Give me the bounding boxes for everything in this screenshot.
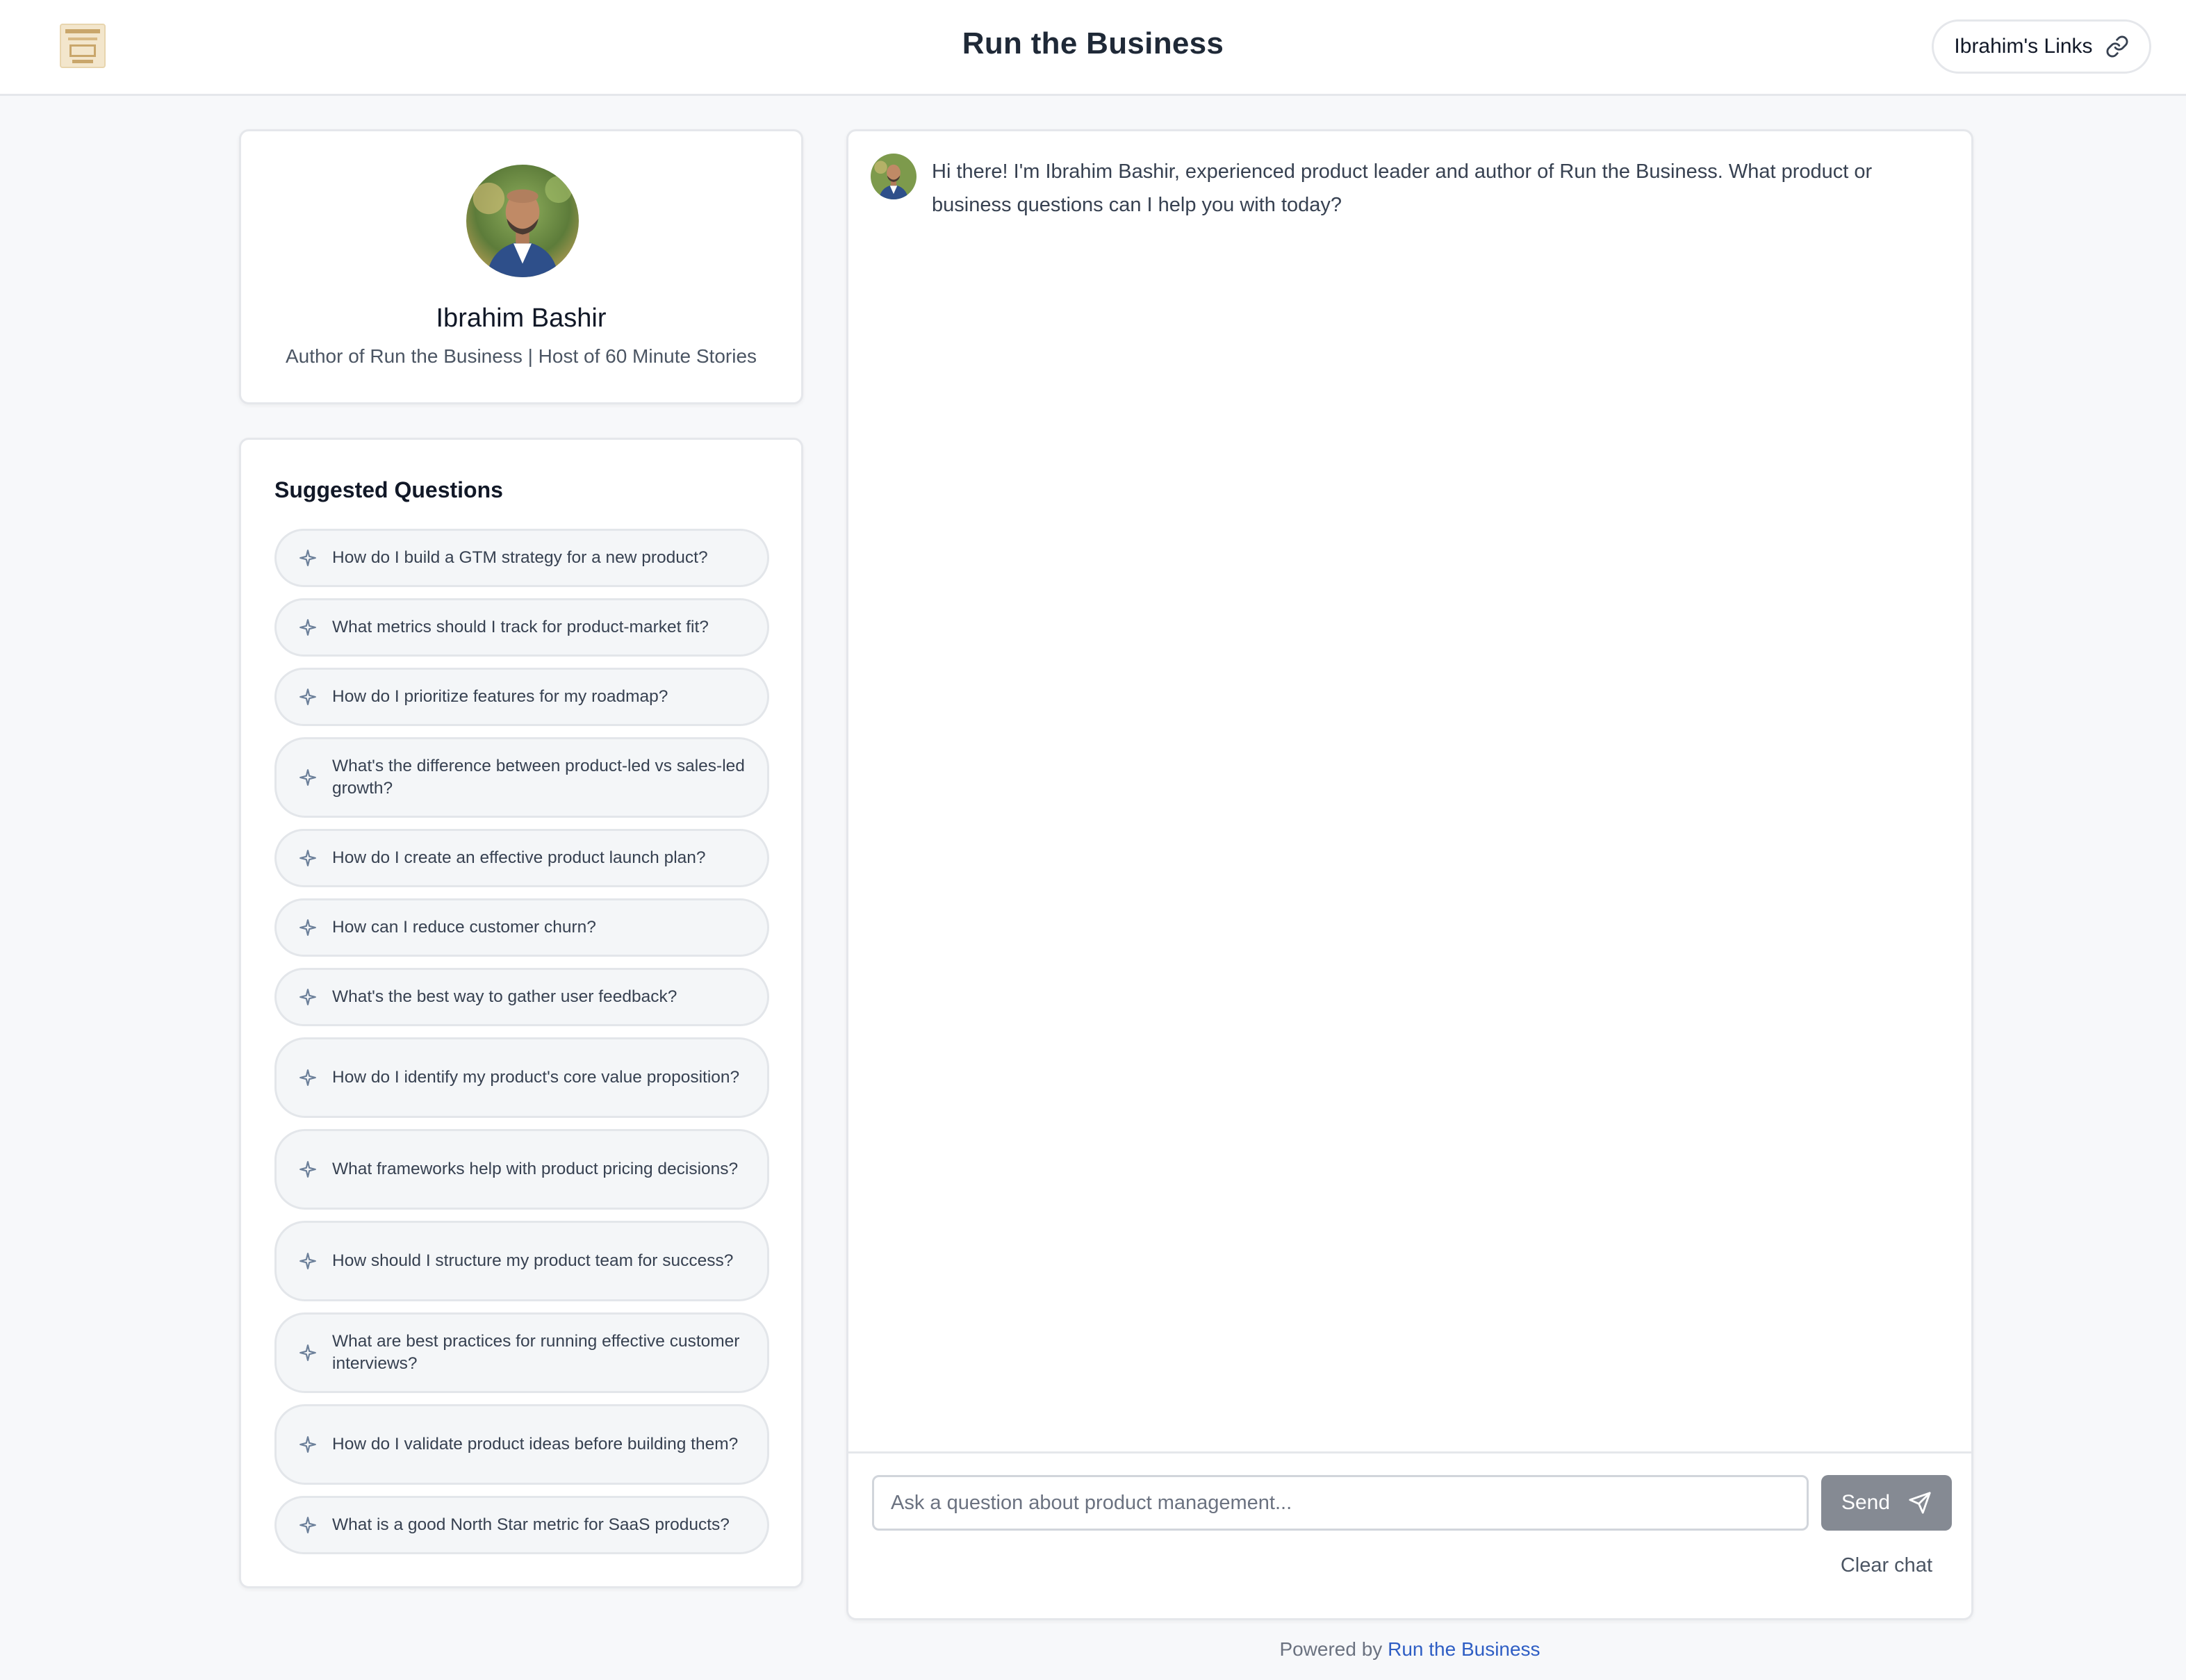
suggested-question[interactable]: How can I reduce customer churn? — [274, 898, 769, 957]
footer-prefix: Powered by — [1279, 1638, 1383, 1660]
links-button-label: Ibrahim's Links — [1954, 35, 2093, 58]
suggested-question[interactable]: How should I structure my product team f… — [274, 1221, 769, 1301]
suggested-question[interactable]: What metrics should I track for product-… — [274, 598, 769, 657]
top-bar: Run the Business Ibrahim's Links — [0, 0, 2186, 96]
suggested-question-text: How can I reduce customer churn? — [332, 918, 596, 937]
app-title: Run the Business — [962, 26, 1224, 60]
suggested-question-text: How do I create an effective product lau… — [332, 848, 706, 867]
suggested-question-text: How do I identify my product's core valu… — [332, 1068, 740, 1087]
sparkle-icon — [299, 1517, 316, 1533]
profile-card: Ibrahim Bashir Author of Run the Busines… — [239, 129, 803, 404]
sparkle-icon — [299, 1344, 316, 1361]
suggested-question-text: How do I prioritize features for my road… — [332, 687, 668, 706]
chat-panel: Hi there! I'm Ibrahim Bashir, experience… — [846, 129, 1973, 1620]
footer: Powered by Run the Business — [846, 1638, 1973, 1661]
footer-link[interactable]: Run the Business — [1388, 1638, 1540, 1660]
sparkle-icon — [299, 689, 316, 705]
sparkle-icon — [299, 850, 316, 866]
suggested-question[interactable]: What's the difference between product-le… — [274, 737, 769, 818]
assistant-avatar — [871, 154, 917, 199]
suggested-question[interactable]: What's the best way to gather user feedb… — [274, 968, 769, 1026]
sparkle-icon — [299, 1436, 316, 1453]
suggested-question-text: How should I structure my product team f… — [332, 1251, 734, 1270]
sparkle-icon — [299, 919, 316, 936]
send-icon — [1909, 1492, 1931, 1514]
suggested-question[interactable]: How do I create an effective product lau… — [274, 829, 769, 887]
avatar — [466, 165, 579, 277]
suggested-questions-heading: Suggested Questions — [274, 477, 503, 502]
suggested-question[interactable]: How do I validate product ideas before b… — [274, 1404, 769, 1485]
link-icon — [2106, 35, 2128, 58]
assistant-message: Hi there! I'm Ibrahim Bashir, experience… — [932, 160, 1873, 216]
suggested-question[interactable]: How do I identify my product's core valu… — [274, 1037, 769, 1118]
suggested-question-text: What frameworks help with product pricin… — [332, 1160, 739, 1178]
sparkle-icon — [299, 769, 316, 786]
sparkle-icon — [299, 989, 316, 1005]
send-button[interactable]: Send — [1821, 1475, 1952, 1531]
suggested-question-text: How do I validate product ideas before b… — [332, 1435, 739, 1453]
suggested-questions-panel: Suggested Questions How do I build a GTM… — [239, 438, 803, 1588]
suggested-question[interactable]: How do I build a GTM strategy for a new … — [274, 529, 769, 587]
divider — [848, 1451, 1971, 1453]
suggested-question[interactable]: What are best practices for running effe… — [274, 1312, 769, 1393]
suggested-question-text: What is a good North Star metric for Saa… — [332, 1515, 730, 1534]
send-button-label: Send — [1841, 1491, 1891, 1514]
suggested-question-text: What's the best way to gather user feedb… — [332, 987, 677, 1006]
sparkle-icon — [299, 1253, 316, 1269]
profile-tagline: Author of Run the Business | Host of 60 … — [285, 345, 757, 367]
suggested-question-text: What metrics should I track for product-… — [332, 618, 709, 636]
suggested-question[interactable]: What is a good North Star metric for Saa… — [274, 1496, 769, 1554]
sparkle-icon — [299, 550, 316, 566]
links-button[interactable]: Ibrahim's Links — [1932, 19, 2151, 74]
sparkle-icon — [299, 619, 316, 636]
suggested-question-text: How do I build a GTM strategy for a new … — [332, 548, 708, 567]
clear-chat-button[interactable]: Clear chat — [1841, 1554, 1932, 1577]
suggested-question-text: What are best practices for running effe… — [332, 1332, 740, 1373]
profile-name: Ibrahim Bashir — [436, 304, 607, 333]
chat-input[interactable] — [872, 1475, 1809, 1531]
sparkle-icon — [299, 1069, 316, 1086]
suggested-question-text: What's the difference between product-le… — [332, 757, 745, 798]
sparkle-icon — [299, 1161, 316, 1178]
suggested-question[interactable]: What frameworks help with product pricin… — [274, 1129, 769, 1210]
suggested-question[interactable]: How do I prioritize features for my road… — [274, 668, 769, 726]
